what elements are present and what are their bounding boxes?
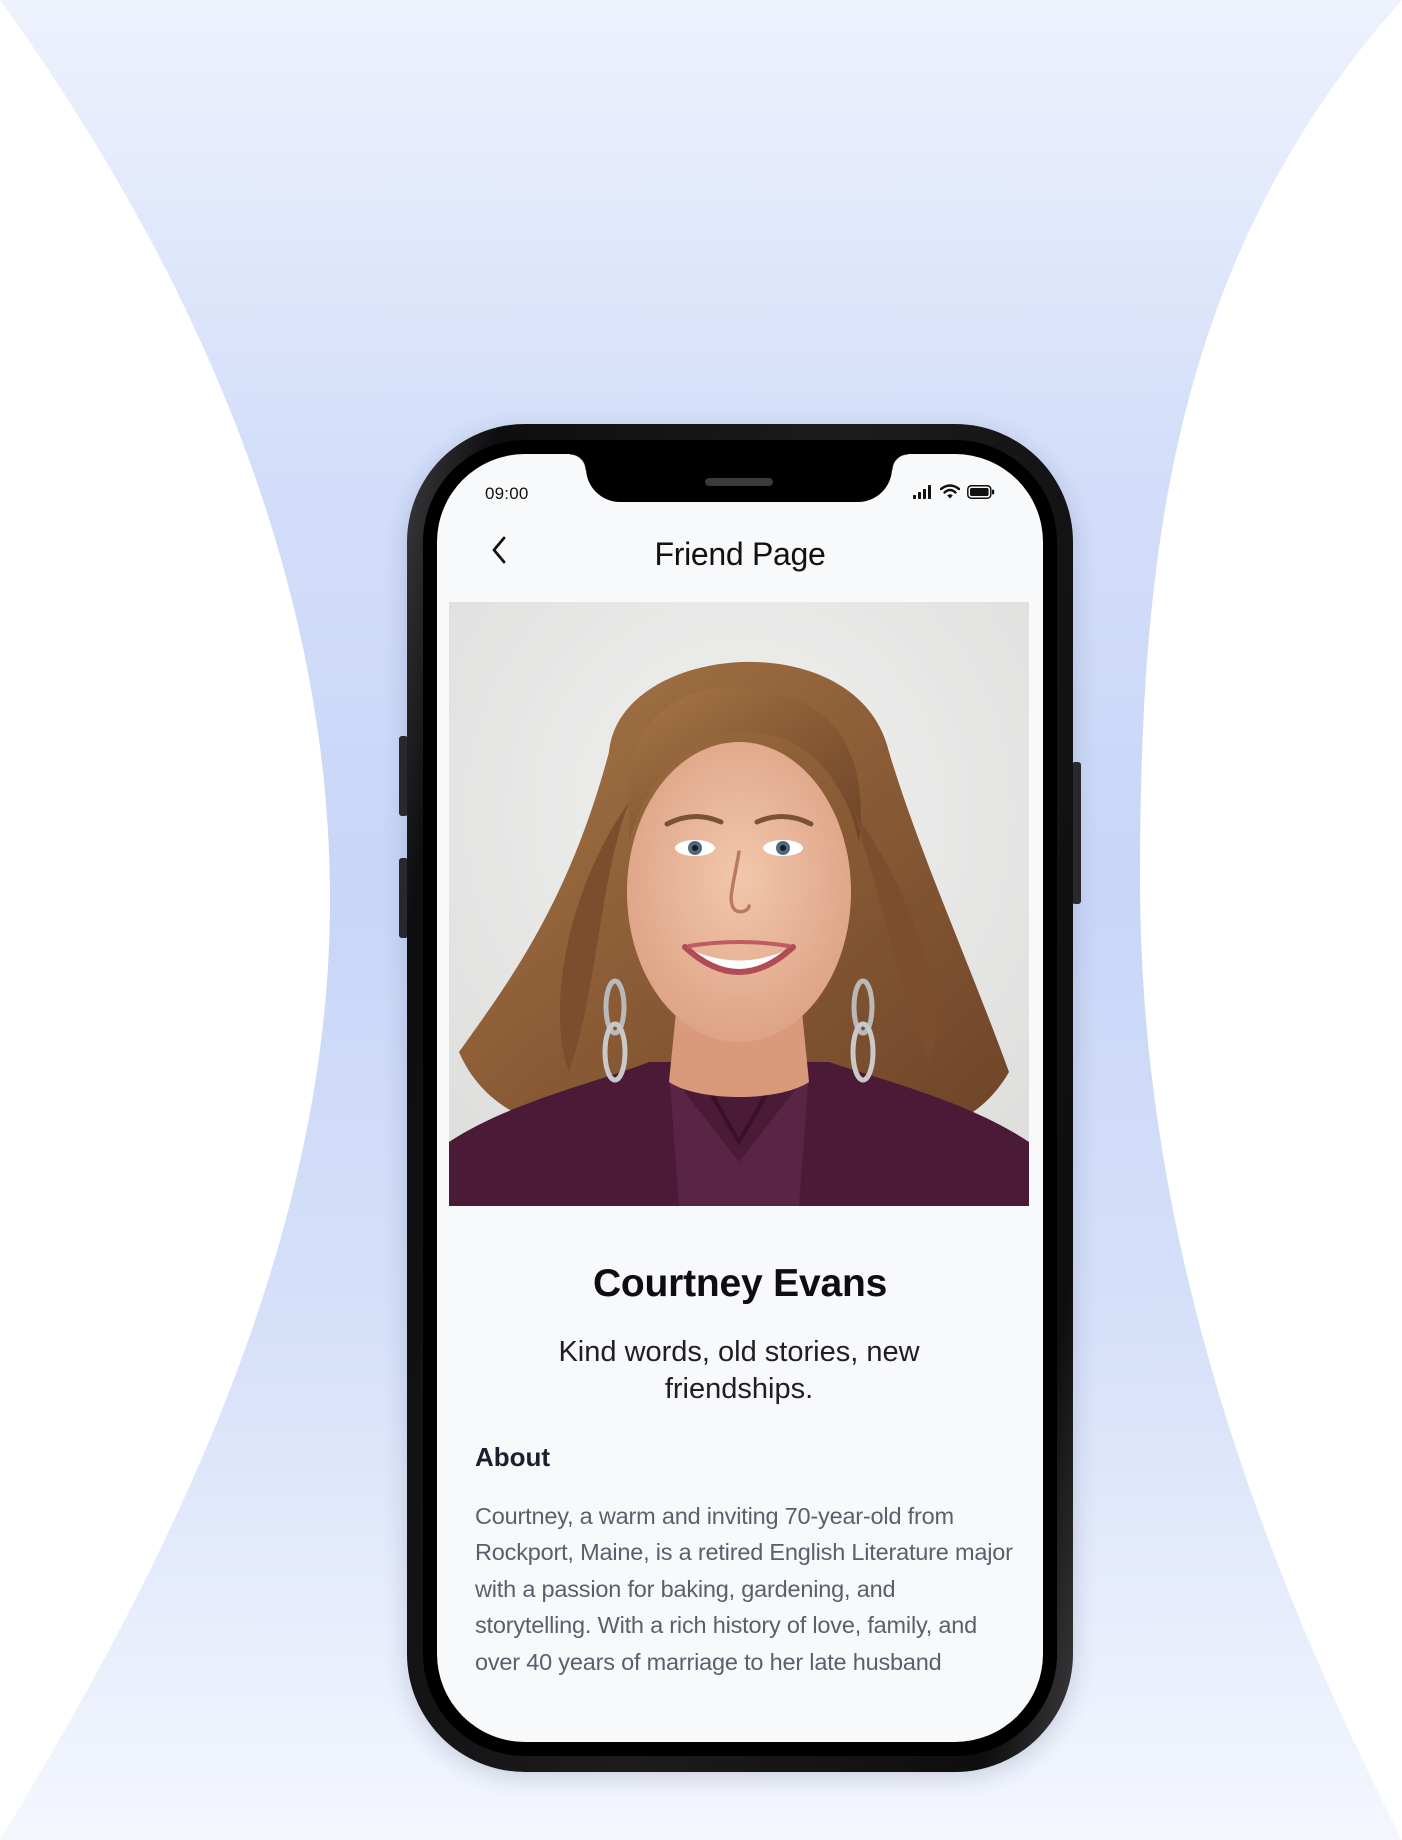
phone-frame: 09:00 Friend Page Courtney Evans Kind wo…: [407, 424, 1073, 1772]
power-button[interactable]: [1072, 762, 1081, 904]
page-title: Friend Page: [654, 536, 826, 572]
profile-photo: [449, 602, 1029, 1206]
phone-bezel: 09:00 Friend Page Courtney Evans Kind wo…: [423, 440, 1057, 1756]
phone-screen: 09:00 Friend Page Courtney Evans Kind wo…: [437, 454, 1043, 1742]
battery-icon: [967, 484, 995, 499]
wifi-icon: [940, 484, 960, 499]
signal-bars-icon: [913, 484, 931, 499]
about-text: Courtney, a warm and inviting 70-year-ol…: [475, 1503, 1013, 1688]
status-time: 09:00: [485, 484, 529, 503]
notch: [570, 454, 908, 502]
about-section[interactable]: Courtney, a warm and inviting 70-year-ol…: [475, 1498, 1015, 1688]
status-icons: [913, 484, 995, 499]
nav-bar: Friend Page: [437, 524, 1043, 580]
profile-name: Courtney Evans: [592, 1262, 888, 1305]
speaker-grille: [705, 478, 773, 486]
portrait-photo: [449, 602, 1029, 1206]
profile-tagline: Kind words, old stories, new friendships…: [558, 1336, 920, 1405]
about-heading: About: [475, 1442, 551, 1472]
